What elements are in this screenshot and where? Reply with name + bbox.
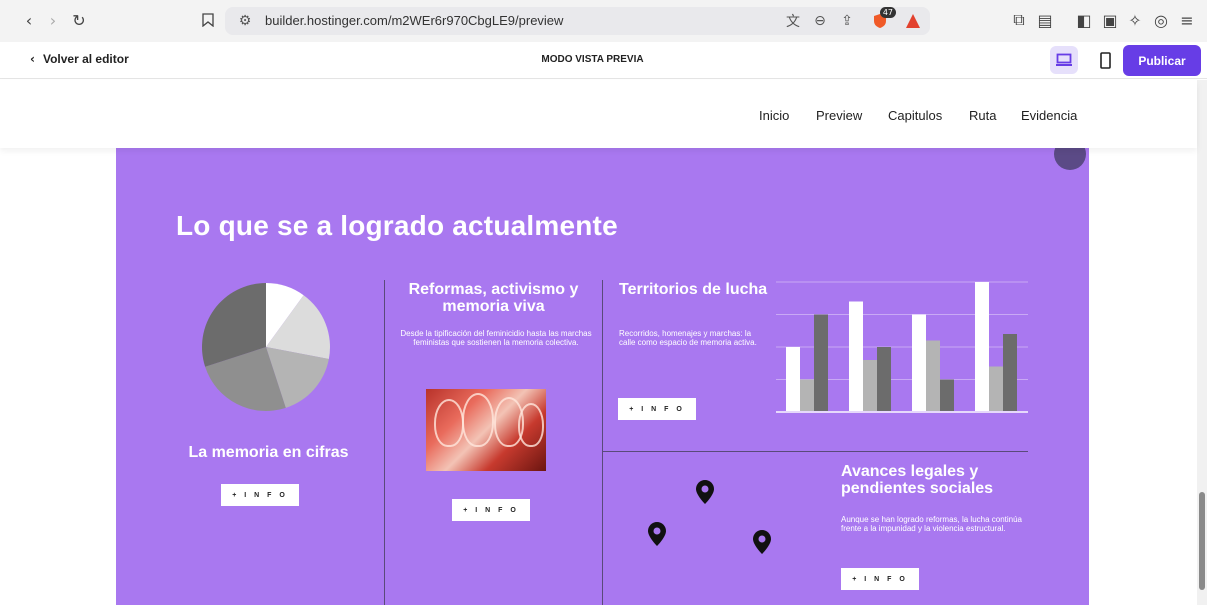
- desktop-view-button[interactable]: [1050, 46, 1078, 74]
- site-header: Inicio Preview Capitulos Ruta Evidencia: [0, 80, 1197, 148]
- nav-inicio[interactable]: Inicio: [759, 108, 789, 123]
- reload-icon[interactable]: ↻: [68, 9, 90, 31]
- page-scrollbar[interactable]: [1197, 80, 1207, 605]
- location-pin-icon: [696, 480, 714, 504]
- bar: [814, 314, 828, 412]
- card-title: Avances legales y pendientes sociales: [841, 463, 994, 497]
- info-button[interactable]: + I N F O: [618, 398, 696, 420]
- bar: [912, 314, 926, 412]
- scrollbar-thumb[interactable]: [1199, 492, 1205, 590]
- info-button[interactable]: + I N F O: [841, 568, 919, 590]
- card-title: Territorios de lucha: [619, 281, 768, 298]
- card-title: Reformas, activismo y memoria viva: [408, 281, 579, 315]
- mobile-view-button[interactable]: [1091, 46, 1119, 74]
- bookmark-icon[interactable]: [197, 9, 219, 31]
- publish-button[interactable]: Publicar: [1123, 45, 1201, 76]
- card-title: La memoria en cifras: [188, 444, 349, 461]
- vpn-icon[interactable]: ◎: [1150, 9, 1172, 31]
- menu-icon[interactable]: ≡: [1176, 9, 1198, 31]
- reader-icon[interactable]: ▤: [1034, 9, 1056, 31]
- translate-icon[interactable]: 文: [783, 11, 803, 31]
- location-pin-icon: [753, 530, 771, 554]
- nav-evidencia[interactable]: Evidencia: [1021, 108, 1077, 123]
- bar: [800, 379, 814, 412]
- card-description: Aunque se han logrado reformas, la lucha…: [841, 515, 1023, 533]
- achievements-section: Lo que se a logrado actualmente La memor…: [116, 138, 1089, 605]
- site-settings-icon[interactable]: ⚙: [235, 11, 255, 31]
- bar: [786, 347, 800, 412]
- divider: [602, 451, 1028, 452]
- extensions-icon[interactable]: ⧉: [1008, 9, 1030, 31]
- info-button[interactable]: + I N F O: [221, 484, 299, 506]
- preview-mode-label: MODO VISTA PREVIA: [541, 54, 644, 65]
- forward-icon[interactable]: ›: [42, 9, 64, 31]
- nav-capitulos[interactable]: Capitulos: [888, 108, 942, 123]
- nav-ruta[interactable]: Ruta: [969, 108, 996, 123]
- section-heading: Lo que se a logrado actualmente: [176, 210, 618, 241]
- bar: [1003, 334, 1017, 412]
- card-description: Desde la tipificación del feminicidio ha…: [400, 329, 592, 347]
- share-icon[interactable]: ⇪: [837, 11, 857, 31]
- location-pin-icon: [648, 522, 666, 546]
- card-description: Recorridos, homenajes y marchas: la call…: [619, 329, 757, 347]
- bar: [849, 301, 863, 412]
- bar: [989, 366, 1003, 412]
- editor-bar: ‹ Volver al editor MODO VISTA PREVIA Publ…: [0, 42, 1207, 79]
- zoom-icon[interactable]: ⊖: [810, 11, 830, 31]
- rewards-icon[interactable]: [903, 11, 923, 31]
- mobile-icon: [1099, 51, 1111, 69]
- shield-icon[interactable]: 47: [870, 7, 896, 31]
- bar: [940, 379, 954, 412]
- bar: [863, 360, 877, 412]
- protest-photo: [426, 389, 546, 471]
- back-icon[interactable]: ‹: [18, 9, 40, 31]
- divider: [384, 280, 385, 605]
- divider: [602, 280, 603, 605]
- sidebar-icon[interactable]: ◧: [1073, 9, 1095, 31]
- url-text: builder.hostinger.com/m2WEr6r970CbgLE9/p…: [265, 13, 564, 28]
- desktop-icon: [1056, 53, 1072, 66]
- pie-chart: [202, 283, 330, 411]
- wallet-icon[interactable]: ▣: [1099, 9, 1121, 31]
- extension-badge: 47: [879, 7, 896, 18]
- info-button[interactable]: + I N F O: [452, 499, 530, 521]
- browser-toolbar: ‹ › ↻ ⚙ builder.hostinger.com/m2WEr6r970…: [0, 0, 1207, 42]
- bar: [975, 282, 989, 412]
- bar: [926, 340, 940, 412]
- nav-preview[interactable]: Preview: [816, 108, 862, 123]
- bar-chart: [776, 281, 1028, 413]
- address-bar[interactable]: ⚙ builder.hostinger.com/m2WEr6r970CbgLE9…: [225, 7, 930, 35]
- bar: [877, 347, 891, 412]
- leo-icon[interactable]: ✧: [1124, 9, 1146, 31]
